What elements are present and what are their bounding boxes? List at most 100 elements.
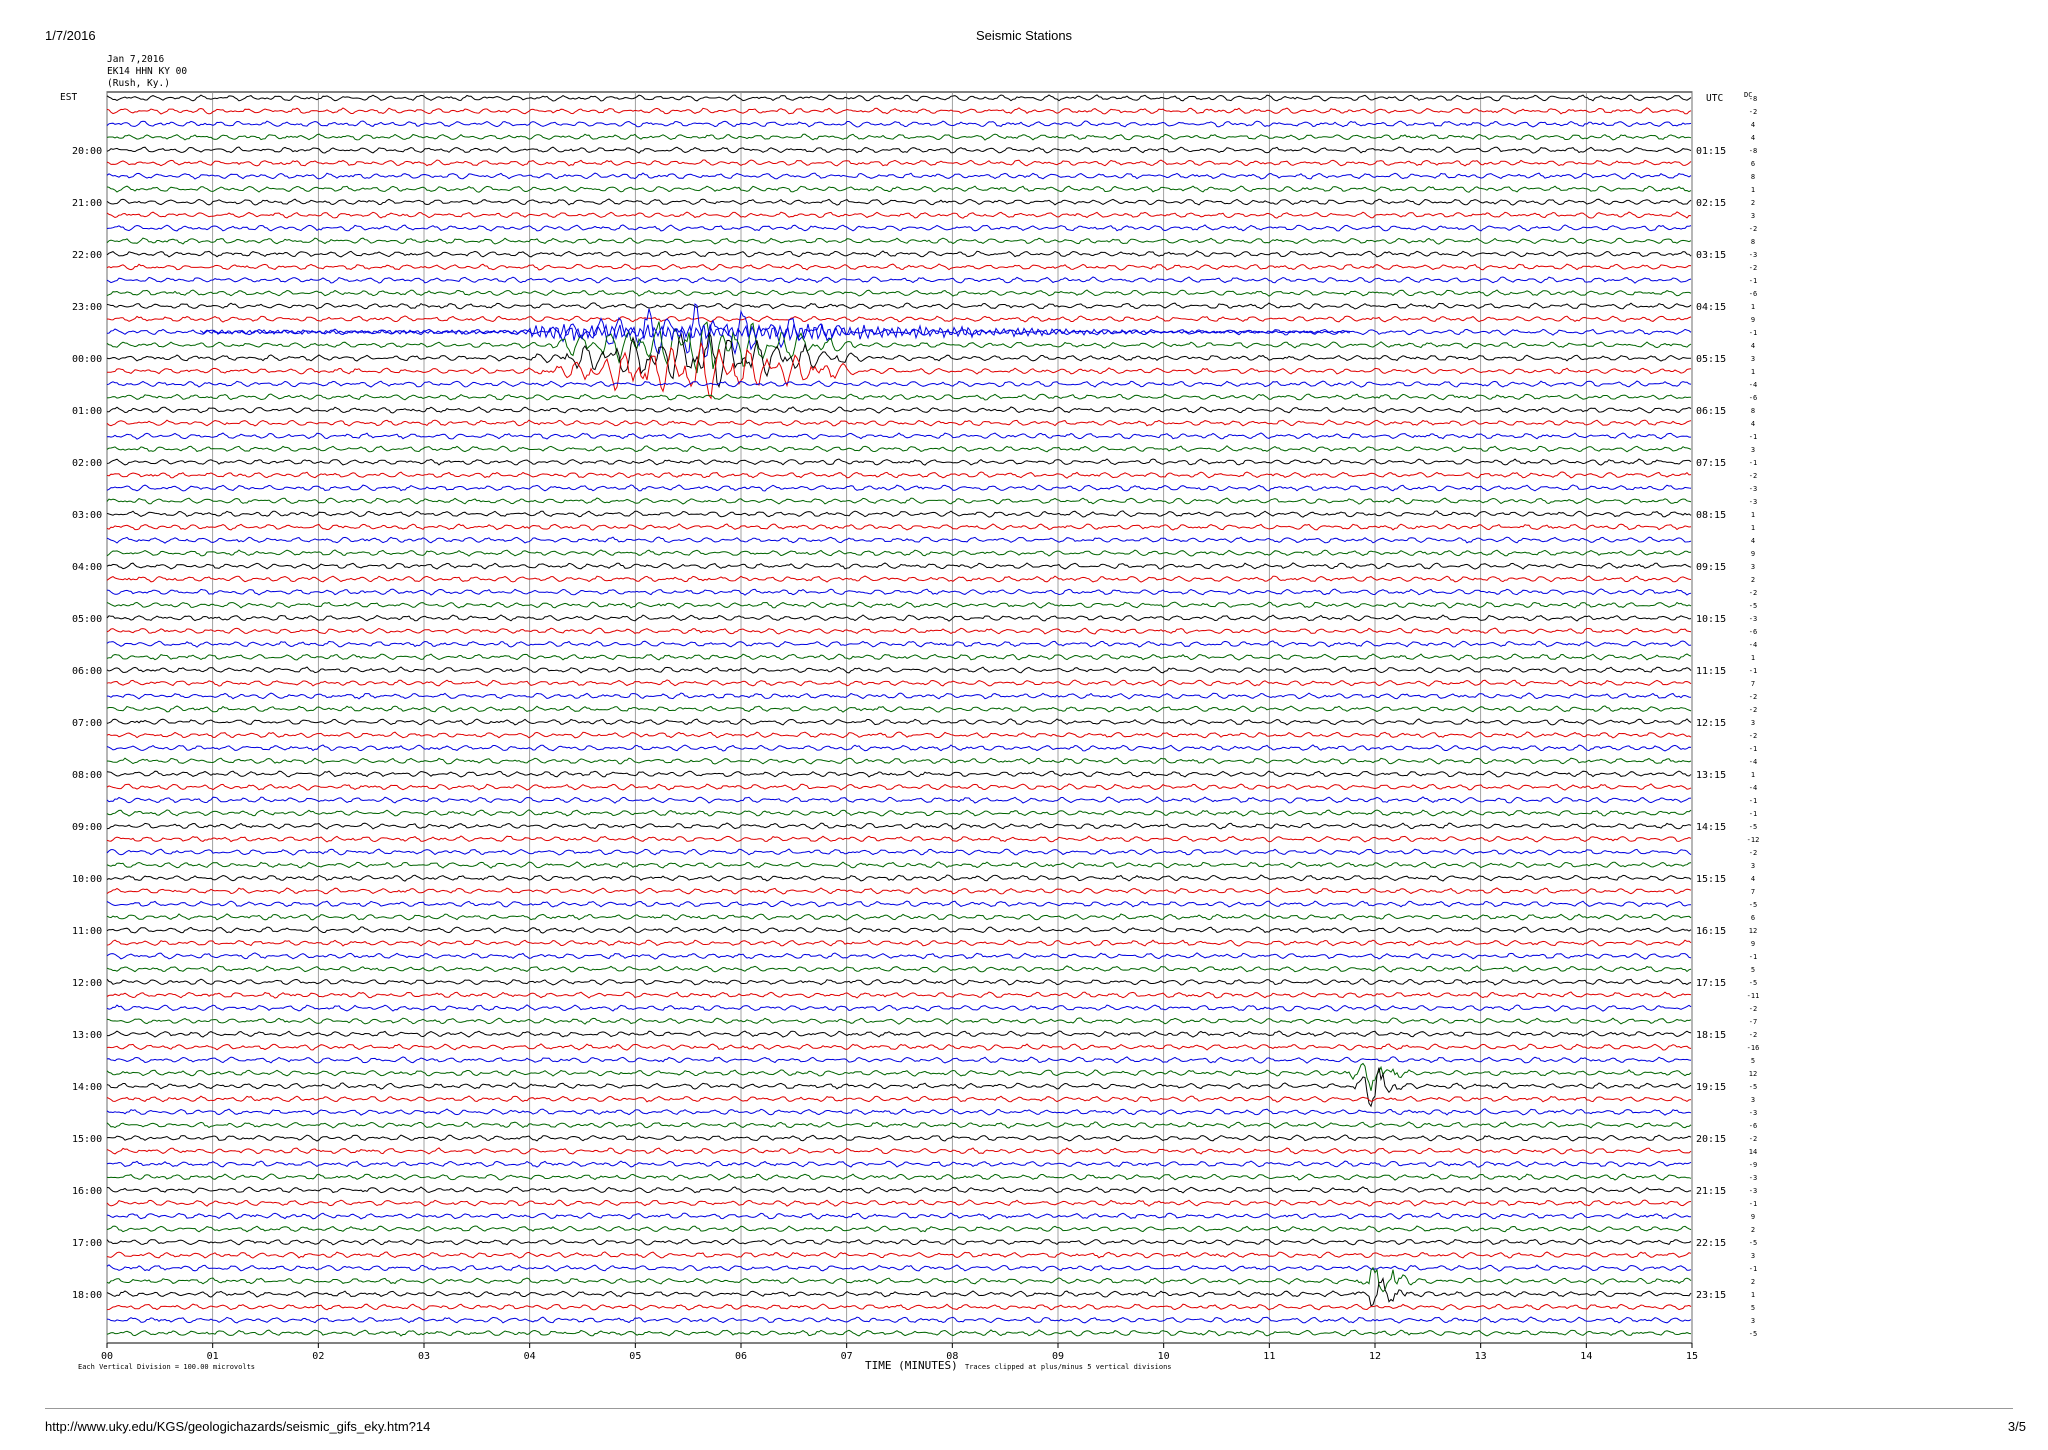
trace-line (106, 1121, 1692, 1129)
dc-offset-label: -4 (1749, 641, 1757, 649)
dc-offset-label: -1 (1749, 459, 1757, 467)
x-tick-label: 12 (1369, 1351, 1381, 1362)
est-hour-label: 05:00 (72, 614, 102, 625)
trace-line (106, 471, 1692, 479)
trace-line (106, 289, 1692, 297)
dc-offset-label: -2 (1749, 225, 1757, 233)
dc-offset-label: -3 (1749, 251, 1757, 259)
est-hour-label: 04:00 (72, 562, 102, 573)
dc-offset-label: 4 (1751, 420, 1755, 428)
trace-line (106, 380, 1692, 388)
dc-offset-label: -5 (1749, 602, 1757, 610)
trace-line (106, 809, 1692, 817)
dc-offset-label: 9 (1751, 940, 1755, 948)
dc-offset-label: 4 (1751, 537, 1755, 545)
est-hour-label: 18:00 (72, 1290, 102, 1301)
est-hour-label: 11:00 (72, 926, 102, 937)
dc-offset-label: -2 (1749, 849, 1757, 857)
trace-line (106, 978, 1692, 986)
trace-line (107, 1030, 1692, 1038)
dc-offset-label: -1 (1749, 1265, 1757, 1273)
trace-line (106, 1017, 1692, 1025)
trace-line (106, 679, 1692, 687)
utc-hour-label: 17:15 (1696, 978, 1726, 989)
dc-offset-label: 4 (1751, 875, 1755, 883)
dc-offset-label: -4 (1749, 784, 1757, 792)
dc-offset-label: -3 (1749, 498, 1757, 506)
utc-hour-label: 01:15 (1696, 146, 1726, 157)
trace-line (106, 185, 1692, 193)
x-tick-label: 04 (524, 1351, 536, 1362)
dc-offset-label: 8 (1751, 173, 1755, 181)
dc-offset-label: 7 (1751, 680, 1755, 688)
dc-offset-label: -2 (1749, 1031, 1757, 1039)
dc-offset-label: -1 (1749, 433, 1757, 441)
x-tick-label: 05 (629, 1351, 641, 1362)
trace-line (106, 1329, 1692, 1337)
trace-line (106, 1264, 1692, 1272)
dc-offset-label: -8 (1749, 147, 1757, 155)
dc-offset-label: 9 (1751, 550, 1755, 558)
trace-line (106, 120, 1692, 128)
helicorder-plot: Jan 7,2016 EK14 HHN KY 00 (Rush, Ky.) ES… (60, 54, 1760, 1372)
dc-offset-label: -1 (1749, 810, 1757, 818)
trace-line (106, 315, 1692, 323)
trace-line (106, 263, 1692, 271)
utc-hour-label: 22:15 (1696, 1238, 1726, 1249)
trace-line (106, 159, 1692, 167)
utc-hour-label: 09:15 (1696, 562, 1726, 573)
trace-line (106, 133, 1692, 141)
trace-line (106, 330, 1691, 389)
trace-line (106, 419, 1692, 427)
dc-offset-label: 3 (1751, 862, 1755, 870)
dc-offset-label: 2 (1751, 199, 1755, 207)
traces (106, 94, 1692, 1337)
plot-header: Jan 7,2016 EK14 HHN KY 00 (Rush, Ky.) ES… (60, 54, 1752, 104)
trace-line (106, 302, 1692, 310)
footer-rule (45, 1408, 2013, 1409)
trace-line (106, 211, 1692, 219)
est-hour-label: 01:00 (72, 406, 102, 417)
dc-offset-label: 7 (1751, 888, 1755, 896)
dc-offset-label: -1 (1749, 329, 1757, 337)
trace-line (106, 757, 1692, 765)
dc-offset-label: 14 (1749, 1148, 1757, 1156)
left-axis-title: EST (60, 92, 77, 103)
utc-hour-label: 14:15 (1696, 822, 1726, 833)
dc-offset-label: -12 (1747, 836, 1760, 844)
trace-line (106, 1108, 1692, 1116)
dc-offset-label: 3 (1751, 719, 1755, 727)
utc-hour-label: 20:15 (1696, 1134, 1726, 1145)
trace-line (106, 926, 1692, 934)
trace-line (106, 1225, 1692, 1233)
dc-offset-label: 4 (1751, 342, 1755, 350)
x-tick-label: 13 (1475, 1351, 1487, 1362)
dc-offset-label: 4 (1751, 121, 1755, 129)
dc-offset-label: 1 (1751, 186, 1755, 194)
trace-line (106, 1134, 1692, 1142)
utc-hour-labels: 01:15 02:15 03:15 04:15 05:15 06:15 07:15 08:15… (1696, 146, 1726, 1301)
utc-hour-label: 07:15 (1696, 458, 1726, 469)
dc-offset-label: -2 (1749, 1135, 1757, 1143)
trace-line (106, 523, 1692, 531)
est-hour-label: 00:00 (72, 354, 102, 365)
trace-line (106, 303, 1692, 358)
trace-line (106, 939, 1692, 947)
x-tick-label: 01 (207, 1351, 219, 1362)
trace-line (106, 1095, 1692, 1103)
trace-line (106, 1186, 1692, 1194)
dc-offset-label: 8 (1751, 238, 1755, 246)
clip-note: Traces clipped at plus/minus 5 vertical … (965, 1363, 1172, 1371)
dc-offset-label: 5 (1751, 1304, 1755, 1312)
dc-offset-label: -2 (1749, 108, 1757, 116)
dc-offset-label: 9 (1751, 1213, 1755, 1221)
est-hour-label: 16:00 (72, 1186, 102, 1197)
est-hour-label: 15:00 (72, 1134, 102, 1145)
trace-line (106, 1062, 1692, 1091)
dc-offset-label: -4 (1749, 381, 1757, 389)
dc-offset-label: -5 (1749, 823, 1757, 831)
trace-line (106, 146, 1692, 154)
dc-offset-label: -2 (1749, 589, 1757, 597)
dc-offset-label: 9 (1751, 316, 1755, 324)
trace-line (106, 341, 1692, 400)
